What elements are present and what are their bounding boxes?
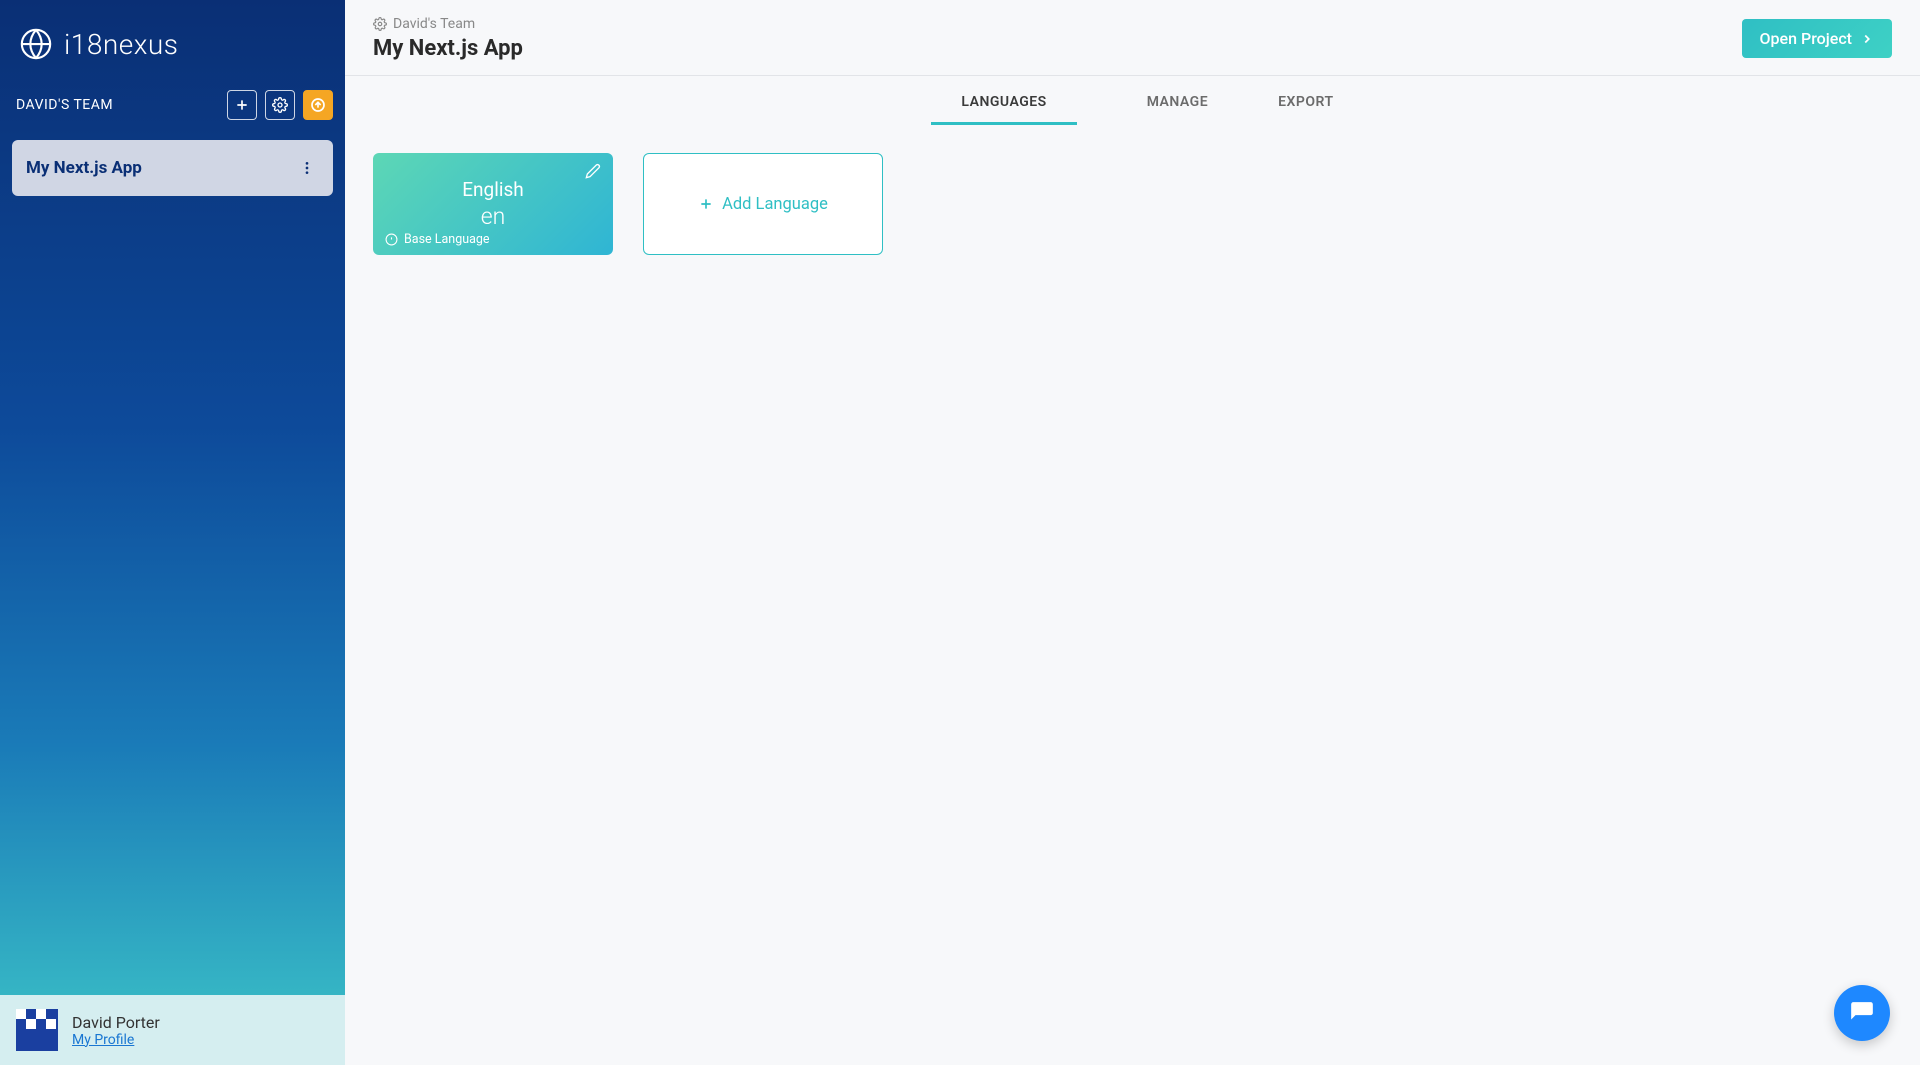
plus-icon (698, 196, 714, 212)
sidebar-project-item[interactable]: My Next.js App (12, 140, 333, 196)
page-header: David's Team My Next.js App Open Project (345, 0, 1920, 76)
language-grid: English en Base Language Add Language (345, 125, 1920, 283)
breadcrumb: David's Team (373, 16, 523, 32)
globe-icon (18, 26, 54, 62)
main-content: David's Team My Next.js App Open Project… (345, 0, 1920, 1065)
tab-languages[interactable]: LANGUAGES (931, 94, 1076, 125)
header-left: David's Team My Next.js App (373, 16, 523, 61)
team-header: DAVID'S TEAM (0, 82, 345, 132)
base-language-badge: Base Language (385, 232, 490, 247)
tabs: LANGUAGES MANAGE EXPORT (345, 76, 1920, 125)
add-language-card[interactable]: Add Language (643, 153, 883, 255)
open-project-label: Open Project (1760, 29, 1852, 48)
team-actions (227, 90, 333, 120)
user-display-name: David Porter (72, 1013, 160, 1032)
pencil-icon[interactable] (585, 163, 601, 179)
sidebar: i18nexus DAVID'S TEAM My Next.js App (0, 0, 345, 1065)
brand-logo: i18nexus (0, 0, 345, 82)
team-settings-button[interactable] (265, 90, 295, 120)
add-language-label: Add Language (722, 195, 828, 214)
page-title: My Next.js App (373, 36, 523, 61)
gear-icon (373, 17, 387, 31)
language-card-en[interactable]: English en Base Language (373, 153, 613, 255)
language-name: English (462, 178, 523, 201)
chat-button[interactable] (1834, 985, 1890, 1041)
brand-name: i18nexus (64, 28, 178, 61)
avatar (16, 1009, 58, 1051)
language-code: en (481, 203, 506, 230)
breadcrumb-team[interactable]: David's Team (393, 16, 475, 32)
user-footer: David Porter My Profile (0, 995, 345, 1065)
my-profile-link[interactable]: My Profile (72, 1032, 160, 1048)
upload-button[interactable] (303, 90, 333, 120)
base-language-label: Base Language (404, 232, 490, 247)
project-more-button[interactable] (295, 156, 319, 180)
tab-export[interactable]: EXPORT (1278, 94, 1333, 125)
project-name-label: My Next.js App (26, 158, 142, 178)
add-project-button[interactable] (227, 90, 257, 120)
user-info: David Porter My Profile (72, 1013, 160, 1048)
open-project-button[interactable]: Open Project (1742, 19, 1892, 58)
tab-manage[interactable]: MANAGE (1147, 94, 1208, 125)
team-name: DAVID'S TEAM (12, 97, 113, 113)
